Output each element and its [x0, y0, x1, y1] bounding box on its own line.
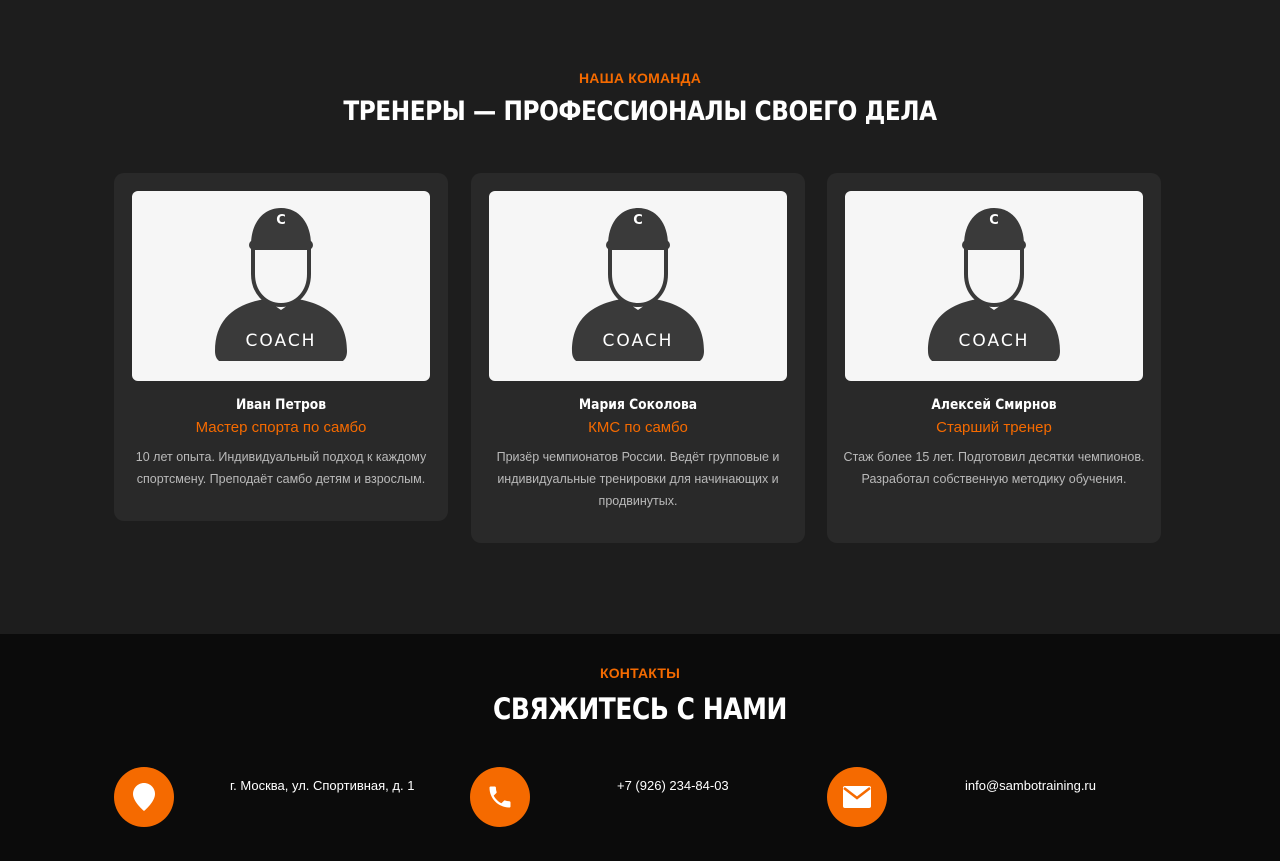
phone-icon[interactable] [470, 767, 530, 827]
contacts-title: СВЯЖИТЕСЬ С НАМИ [493, 692, 787, 726]
contacts-section: КОНТАКТЫ СВЯЖИТЕСЬ С НАМИ г. Москва, ул.… [0, 634, 1280, 861]
shirt-label: COACH [245, 331, 317, 351]
email-icon[interactable] [827, 767, 887, 827]
coach-description: Призёр чемпионатов России. Ведёт группов… [496, 450, 780, 508]
team-title: ТРЕНЕРЫ — ПРОФЕССИОНАЛЫ СВОЕГО ДЕЛА [343, 96, 937, 127]
coach-description: 10 лет опыта. Индивидуальный подход к ка… [135, 450, 427, 486]
coach-photo: С COACH [489, 191, 787, 381]
coach-role: Мастер спорта по самбо [195, 419, 367, 436]
coach-name: Иван Петров [235, 397, 327, 413]
contact-email-text[interactable]: info@sambotraining.ru [965, 778, 1225, 793]
cap-letter: С [276, 213, 286, 228]
team-eyebrow: НАША КОМАНДА [578, 70, 702, 86]
coach-card: С COACH Алексей Смирнов Старший тренер С… [827, 173, 1161, 543]
cap-letter: С [989, 213, 999, 228]
coach-photo: С COACH [845, 191, 1143, 381]
coach-role: КМС по самбо [588, 419, 688, 436]
coach-photo: С COACH [132, 191, 430, 381]
coach-role: Старший тренер [936, 419, 1052, 436]
shirt-label: COACH [602, 331, 674, 351]
coach-card: С COACH Мария Соколова КМС по самбо Приз… [471, 173, 805, 543]
coach-description: Стаж более 15 лет. Подготовил десятки че… [843, 450, 1145, 486]
location-pin-icon [114, 767, 174, 827]
coach-name: Алексей Смирнов [931, 397, 1057, 413]
coach-name: Мария Соколова [578, 397, 698, 413]
contacts-eyebrow: КОНТАКТЫ [599, 665, 681, 681]
contact-address-text: г. Москва, ул. Спортивная, д. 1 [230, 778, 415, 793]
coach-card: С COACH Иван Петров Мастер спорта по сам… [114, 173, 448, 521]
team-section: НАША КОМАНДА ТРЕНЕРЫ — ПРОФЕССИОНАЛЫ СВО… [0, 0, 1280, 634]
shirt-label: COACH [958, 331, 1030, 351]
cap-letter: С [633, 213, 643, 228]
